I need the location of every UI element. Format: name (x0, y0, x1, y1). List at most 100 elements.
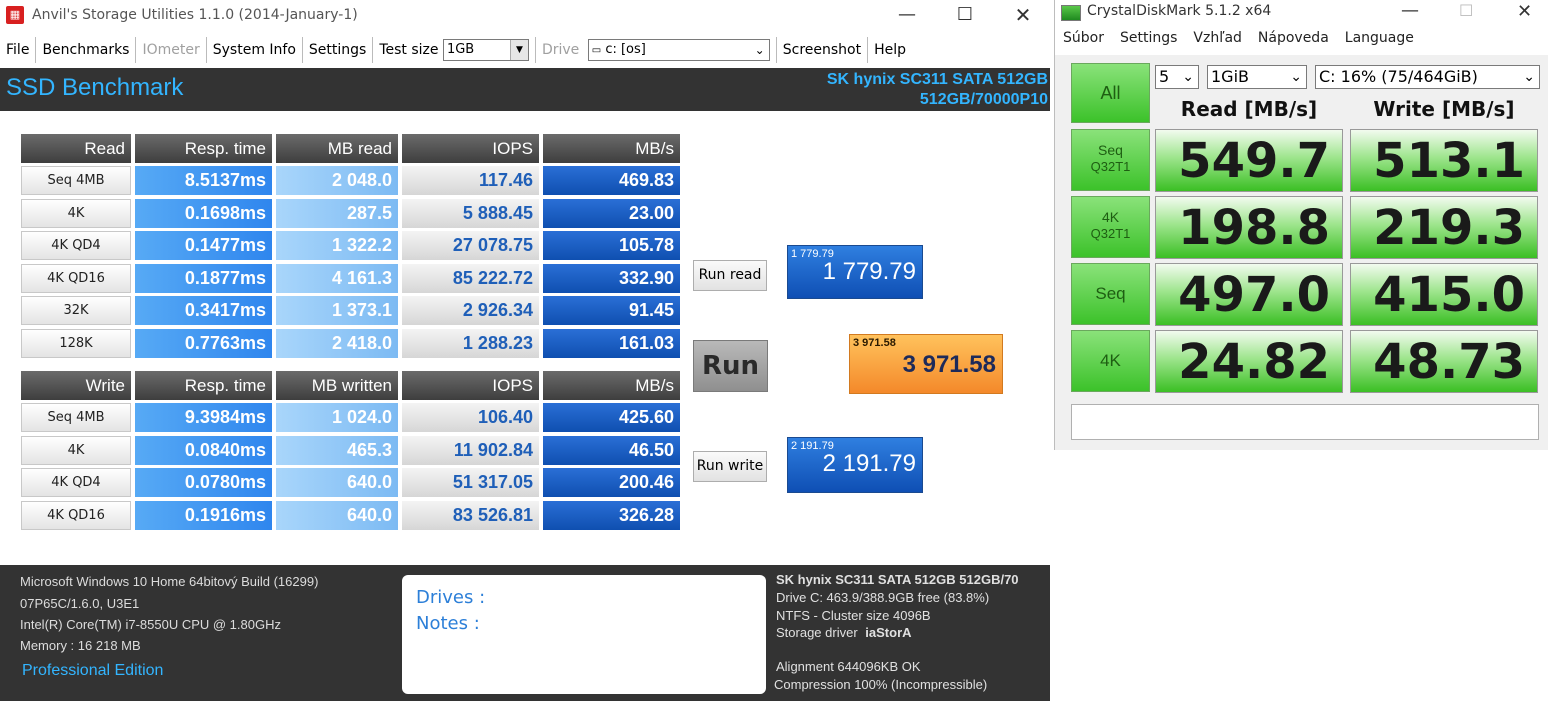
cdm-menu-view[interactable]: Vzhľad (1185, 30, 1250, 46)
test-label-line2: Q32T1 (1090, 159, 1131, 174)
device-name: SK hynix SC311 SATA 512GB 512GB/70000P10 (827, 70, 1048, 110)
test-label-line2: Q32T1 (1090, 226, 1131, 241)
read-resp-time: 0.1477ms (135, 231, 272, 261)
read-mbs-value: 91.45 (543, 296, 680, 326)
drive-label: Drive (541, 42, 580, 58)
read-row-label[interactable]: 32K (21, 296, 131, 326)
close-icon[interactable]: ✕ (1000, 3, 1046, 27)
test-label-line1: 4K (1100, 351, 1121, 370)
total-score-small: 3 971.58 (853, 337, 896, 349)
menu-help[interactable]: Help (868, 37, 912, 63)
size-value: 1GiB (1211, 67, 1249, 86)
minimize-icon[interactable]: — (884, 3, 930, 27)
cdm-menu-settings[interactable]: Settings (1112, 30, 1185, 46)
anvil-menubar: File Benchmarks IOmeter System Info Sett… (0, 36, 912, 64)
test-button-0[interactable]: Seq Q32T1 (1071, 129, 1150, 191)
drive-group: Drive ▭ c: [os] ⌄ (536, 37, 777, 63)
write-header-label: Write (21, 371, 131, 400)
read-row-label[interactable]: Seq 4MB (21, 166, 131, 195)
write-score-value: 2 191.79 (822, 450, 916, 477)
write-mbs-value: 425.60 (543, 403, 680, 432)
read-mb-value: 287.5 (276, 198, 398, 228)
anvil-window: ▦ Anvil's Storage Utilities 1.1.0 (2014-… (0, 0, 1050, 701)
read-resp-time: 0.7763ms (135, 329, 272, 358)
write-row-label[interactable]: 4K QD4 (21, 468, 131, 498)
test-button-1[interactable]: 4K Q32T1 (1071, 196, 1150, 258)
run-read-button[interactable]: Run read (693, 260, 767, 291)
read-row-label[interactable]: 4K QD4 (21, 231, 131, 261)
device-name-line2: 512GB/70000P10 (919, 91, 1048, 108)
anvil-app-icon: ▦ (6, 6, 24, 24)
read-mb-value: 4 161.3 (276, 263, 398, 293)
size-select[interactable]: 1GiB ⌄ (1207, 65, 1307, 89)
read-header-iops: IOPS (402, 134, 539, 163)
write-resp-time: 9.3984ms (135, 403, 272, 432)
drive-select[interactable]: C: 16% (75/464GiB) ⌄ (1315, 65, 1540, 89)
write-result-0: 513.1 (1350, 129, 1538, 192)
menu-settings[interactable]: Settings (303, 37, 374, 63)
count-select[interactable]: 5 ⌄ (1155, 65, 1199, 89)
write-header-resp: Resp. time (135, 371, 272, 400)
read-row-label[interactable]: 128K (21, 329, 131, 358)
memory-info: Memory : 16 218 MB (20, 638, 141, 653)
cdm-menu-help[interactable]: Nápoveda (1250, 30, 1337, 46)
total-score-value: 3 971.58 (902, 351, 996, 378)
system-info-footer: Microsoft Windows 10 Home 64bitový Build… (0, 565, 1050, 701)
drive-value: c: [os] (605, 42, 646, 57)
all-button[interactable]: All (1071, 63, 1150, 123)
read-header-resp: Resp. time (135, 134, 272, 163)
write-row-label[interactable]: 4K QD16 (21, 500, 131, 530)
drive-icon: ▭ (591, 45, 602, 56)
close-icon[interactable]: ✕ (1517, 1, 1532, 22)
run-button[interactable]: Run (693, 340, 768, 392)
maximize-icon[interactable]: ☐ (942, 3, 988, 27)
read-mbs-value: 161.03 (543, 329, 680, 358)
write-row-label[interactable]: Seq 4MB (21, 403, 131, 432)
chevron-down-icon: ⌄ (1523, 69, 1535, 85)
cdm-menu-file[interactable]: Súbor (1055, 30, 1112, 46)
testsize-select[interactable]: 1GB ▼ (442, 39, 529, 61)
cdm-menu-language[interactable]: Language (1337, 30, 1422, 46)
write-header-mb: MB written (276, 371, 398, 400)
read-mbs-value: 332.90 (543, 263, 680, 293)
menu-file[interactable]: File (0, 37, 37, 63)
drive-select[interactable]: ▭ c: [os] ⌄ (587, 39, 770, 61)
read-result-1: 198.8 (1155, 196, 1343, 259)
testsize-value: 1GB (446, 42, 475, 57)
run-write-button[interactable]: Run write (693, 451, 767, 482)
test-button-3[interactable]: 4K (1071, 330, 1150, 392)
maximize-icon[interactable]: ☐ (1459, 1, 1473, 20)
chevron-down-icon[interactable]: ⌄ (755, 40, 765, 60)
read-row-label[interactable]: 4K (21, 198, 131, 228)
read-mbs-value: 105.78 (543, 231, 680, 261)
write-iops-value: 11 902.84 (402, 435, 539, 465)
menu-system-info[interactable]: System Info (207, 37, 303, 63)
read-result-2: 497.0 (1155, 263, 1343, 326)
device-fs-info: NTFS - Cluster size 4096B (776, 608, 931, 623)
read-header-mb: MB read (276, 134, 398, 163)
read-score-value: 1 779.79 (822, 258, 916, 285)
cdm-menubar: Súbor Settings Vzhľad Nápoveda Language (1055, 30, 1422, 46)
read-row-label[interactable]: 4K QD16 (21, 263, 131, 293)
menu-screenshot[interactable]: Screenshot (777, 37, 869, 63)
menu-iometer[interactable]: IOmeter (136, 37, 207, 63)
read-iops-value: 5 888.45 (402, 198, 539, 228)
write-mbs-value: 46.50 (543, 435, 680, 465)
minimize-icon[interactable]: — (1401, 0, 1419, 21)
test-button-2[interactable]: Seq (1071, 263, 1150, 325)
read-resp-time: 0.1877ms (135, 263, 272, 293)
read-mb-value: 1 322.2 (276, 231, 398, 261)
write-row-label[interactable]: 4K (21, 435, 131, 465)
notes-box[interactable]: Drives : Notes : (402, 575, 766, 694)
write-mbs-value: 200.46 (543, 468, 680, 498)
page-title: SSD Benchmark (6, 74, 184, 101)
count-value: 5 (1159, 67, 1170, 86)
read-iops-value: 27 078.75 (402, 231, 539, 261)
device-drive-info: Drive C: 463.9/388.9GB free (83.8%) (776, 590, 990, 605)
chevron-down-icon[interactable]: ▼ (509, 40, 528, 60)
anvil-titlebar: ▦ Anvil's Storage Utilities 1.1.0 (2014-… (0, 0, 1050, 30)
comment-field[interactable] (1071, 404, 1539, 440)
read-resp-time: 0.1698ms (135, 198, 272, 228)
menu-benchmarks[interactable]: Benchmarks (36, 37, 137, 63)
cdm-body: All 5 ⌄ 1GiB ⌄ C: 16% (75/464GiB) ⌄ Read… (1055, 55, 1548, 450)
